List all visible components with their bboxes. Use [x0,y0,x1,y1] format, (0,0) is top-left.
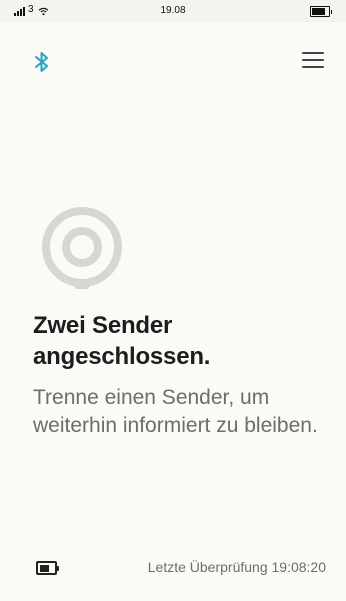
hamburger-menu-icon[interactable] [302,50,324,70]
last-check-label: Letzte Überprüfung 19:08:20 [147,559,326,575]
status-time: 19.08 [160,5,186,16]
menu-line [302,59,324,61]
menu-line [302,66,324,68]
status-battery-icon [309,6,332,17]
sensor-ring-icon [42,207,122,289]
battery-icon [36,561,59,575]
headline: Zwei Sender angeschlossen. [33,312,211,370]
app-screen: 3 19.08 Zwei Sender angeschlossen. Trenn… [0,0,346,601]
menu-line [302,52,324,54]
bluetooth-icon[interactable] [34,51,50,73]
body-text: Trenne einen Sender, um weiterhin inform… [33,386,318,437]
status-bar: 3 19.08 [0,0,346,22]
